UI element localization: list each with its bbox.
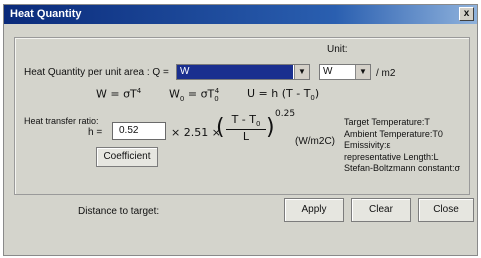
legend-item: Emissivity:ε [344,140,391,150]
window-title: Heat Quantity [10,8,82,20]
title-bar[interactable]: Heat Quantity x [4,5,477,24]
quantity-select-value: W [177,65,293,79]
unit-select[interactable]: W ▼ [319,64,371,80]
chevron-down-icon[interactable]: ▼ [294,65,309,79]
formula-radiation: W = σT4 [96,87,142,101]
heat-quantity-label: Heat Quantity per unit area : Q = [24,67,169,78]
formula-ambient-radiation: W0 = σT04 [169,87,220,103]
exponent: 0.25 [275,109,296,119]
h-value-input[interactable]: 0.52 [112,122,166,140]
fraction-denominator: L [242,130,250,144]
coefficient-button[interactable]: Coefficient [96,147,158,167]
htc-unit: (W/m2C) [295,136,335,147]
heat-quantity-dialog: Heat Quantity x Unit: Heat Quantity per … [3,4,478,256]
close-window-button[interactable]: x [459,7,474,21]
variable-legend: Target Temperature:T Ambient Temperature… [344,117,460,175]
legend-item: representative Length:L [344,151,439,162]
close-button[interactable]: Close [418,198,474,222]
clear-button[interactable]: Clear [351,198,411,222]
coefficient-text: × 2.51 × [171,126,221,139]
quantity-select[interactable]: W ▼ [176,64,310,80]
h-label: h = [88,127,103,138]
fraction: T - T0 L [226,113,266,143]
right-paren: ) [266,115,275,140]
distance-label: Distance to target: [78,206,160,217]
formula-convection: U = h (T - T0) [247,87,320,103]
fraction-numerator: T - T0 [231,113,261,129]
apply-button[interactable]: Apply [284,198,344,222]
legend-item: Target Temperature:T [344,117,430,127]
legend-item: Ambient Temperature:T0 [344,128,443,139]
left-paren: ( [216,115,225,140]
unit-select-value: W [320,65,354,79]
heat-transfer-label: Heat transfer ratio: [24,116,99,126]
unit-label: Unit: [327,44,348,55]
unit-suffix: / m2 [376,68,396,79]
chevron-down-icon[interactable]: ▼ [355,65,370,79]
legend-item: Stefan-Boltzmann constant:σ [344,163,461,173]
